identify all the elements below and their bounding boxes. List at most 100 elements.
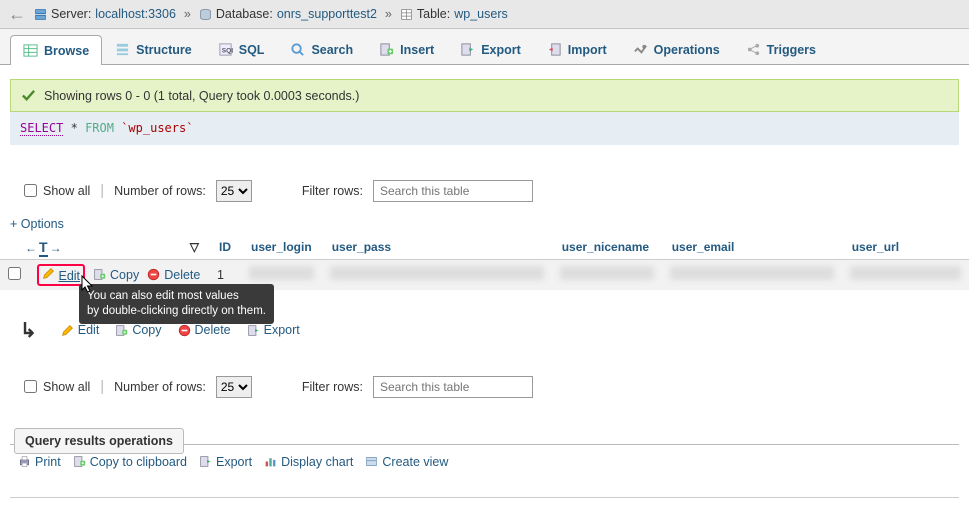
tab-label: Operations bbox=[654, 43, 720, 57]
sql-table: `wp_users` bbox=[121, 121, 193, 135]
tab-label: Export bbox=[481, 43, 521, 57]
tab-label: Import bbox=[568, 43, 607, 57]
copy-clipboard-link[interactable]: Copy to clipboard bbox=[73, 455, 187, 469]
num-rows-select-bottom[interactable]: 25 bbox=[216, 376, 252, 398]
show-all-text: Show all bbox=[43, 184, 90, 198]
delete-link[interactable]: Delete bbox=[147, 268, 200, 282]
controls-bottom: Show all | Number of rows: 25 Filter row… bbox=[0, 371, 969, 408]
tab-structure[interactable]: Structure bbox=[102, 34, 205, 64]
back-arrow-icon[interactable]: ← bbox=[8, 5, 26, 23]
copy-icon bbox=[115, 324, 128, 337]
separator: | bbox=[100, 378, 104, 395]
browse-icon bbox=[23, 43, 38, 58]
display-chart-link[interactable]: Display chart bbox=[264, 455, 353, 469]
filter-label-bottom: Filter rows: bbox=[302, 380, 363, 394]
num-rows-label: Number of rows: bbox=[114, 184, 206, 198]
chart-icon bbox=[264, 455, 277, 468]
sql-keyword: SELECT bbox=[20, 121, 63, 136]
breadcrumb-separator: » bbox=[184, 7, 191, 21]
tab-insert[interactable]: Insert bbox=[366, 34, 447, 64]
num-rows-select[interactable]: 25 bbox=[216, 180, 252, 202]
view-icon bbox=[365, 455, 378, 468]
tab-import[interactable]: Import bbox=[534, 34, 620, 64]
success-text: Showing rows 0 - 0 (1 total, Query took … bbox=[44, 89, 359, 103]
controls-top: Show all | Number of rows: 25 Filter row… bbox=[0, 175, 969, 212]
copy-link[interactable]: Copy bbox=[93, 268, 139, 282]
column-user-nicename[interactable]: user_nicename bbox=[552, 235, 662, 260]
show-all-label-bottom[interactable]: Show all bbox=[24, 380, 90, 394]
tabs-bar: Browse Structure SQL SQL Search Insert E… bbox=[0, 29, 969, 65]
row-checkbox[interactable] bbox=[8, 267, 21, 280]
options-toggle[interactable]: + Options bbox=[10, 217, 969, 231]
bulk-copy[interactable]: Copy bbox=[115, 323, 161, 337]
cell-user-url[interactable] bbox=[842, 259, 969, 290]
tab-label: Triggers bbox=[767, 43, 816, 57]
arrow-up-icon: ↳ bbox=[20, 318, 37, 343]
breadcrumb: ← Server: localhost:3306 » Database: onr… bbox=[0, 0, 969, 29]
tab-sql[interactable]: SQL SQL bbox=[205, 34, 278, 64]
table-link[interactable]: wp_users bbox=[454, 7, 508, 21]
sort-indicator-icon[interactable]: ▽ bbox=[190, 240, 199, 254]
tab-label: SQL bbox=[239, 43, 265, 57]
structure-icon bbox=[115, 42, 130, 57]
filter-input[interactable] bbox=[373, 180, 533, 202]
data-table: ←T→ ▽ ID user_login user_pass user_nicen… bbox=[0, 235, 969, 290]
tab-triggers[interactable]: Triggers bbox=[733, 34, 829, 64]
bulk-delete[interactable]: Delete bbox=[178, 323, 231, 337]
sql-star: * bbox=[71, 121, 78, 135]
printer-icon bbox=[18, 455, 31, 468]
sql-query-display: SELECT * FROM `wp_users` bbox=[10, 112, 959, 145]
export-icon bbox=[247, 324, 260, 337]
cell-user-pass[interactable] bbox=[322, 259, 552, 290]
copy-icon bbox=[93, 268, 106, 281]
breadcrumb-separator: » bbox=[385, 7, 392, 21]
show-all-checkbox-bottom[interactable] bbox=[24, 380, 37, 393]
column-user-login[interactable]: user_login bbox=[241, 235, 322, 260]
import-icon bbox=[547, 42, 562, 57]
table-header-row: ←T→ ▽ ID user_login user_pass user_nicen… bbox=[0, 235, 969, 260]
clipboard-icon bbox=[73, 455, 86, 468]
sort-icon-group[interactable]: ←T→ bbox=[25, 239, 62, 257]
cell-user-nicename[interactable] bbox=[552, 259, 662, 290]
create-view-link[interactable]: Create view bbox=[365, 455, 448, 469]
column-user-pass[interactable]: user_pass bbox=[322, 235, 552, 260]
delete-icon bbox=[147, 268, 160, 281]
filter-input-bottom[interactable] bbox=[373, 376, 533, 398]
success-message: Showing rows 0 - 0 (1 total, Query took … bbox=[10, 79, 959, 112]
column-user-url[interactable]: user_url bbox=[842, 235, 969, 260]
sql-from: FROM bbox=[85, 121, 114, 135]
tab-search[interactable]: Search bbox=[277, 34, 366, 64]
tab-label: Browse bbox=[44, 44, 89, 58]
pencil-icon bbox=[61, 324, 74, 337]
edit-tooltip: You can also edit most values by double-… bbox=[79, 284, 274, 324]
filter-label: Filter rows: bbox=[302, 184, 363, 198]
database-label: Database: bbox=[216, 7, 273, 21]
insert-icon bbox=[379, 42, 394, 57]
server-label: Server: bbox=[51, 7, 91, 21]
column-user-email[interactable]: user_email bbox=[662, 235, 842, 260]
check-icon bbox=[21, 88, 36, 103]
table-icon bbox=[400, 8, 413, 21]
tab-export[interactable]: Export bbox=[447, 34, 534, 64]
separator: | bbox=[100, 182, 104, 199]
bulk-edit[interactable]: Edit bbox=[61, 323, 100, 337]
tab-label: Insert bbox=[400, 43, 434, 57]
pencil-icon bbox=[42, 267, 55, 280]
query-ops-title: Query results operations bbox=[14, 428, 184, 454]
num-rows-label-bottom: Number of rows: bbox=[114, 380, 206, 394]
show-all-checkbox[interactable] bbox=[24, 184, 37, 197]
tab-browse[interactable]: Browse bbox=[10, 35, 102, 65]
tab-operations[interactable]: Operations bbox=[620, 34, 733, 64]
cell-user-email[interactable] bbox=[662, 259, 842, 290]
export-results-link[interactable]: Export bbox=[199, 455, 252, 469]
column-id[interactable]: ID bbox=[209, 235, 241, 260]
bulk-export[interactable]: Export bbox=[247, 323, 300, 337]
operations-icon bbox=[633, 42, 648, 57]
server-link[interactable]: localhost:3306 bbox=[95, 7, 176, 21]
server-icon bbox=[34, 8, 47, 21]
edit-link[interactable]: Edit bbox=[58, 269, 80, 283]
print-link[interactable]: Print bbox=[18, 455, 61, 469]
database-link[interactable]: onrs_supporttest2 bbox=[277, 7, 377, 21]
show-all-label[interactable]: Show all bbox=[24, 184, 90, 198]
edit-link-highlighted[interactable]: Edit bbox=[37, 264, 85, 286]
